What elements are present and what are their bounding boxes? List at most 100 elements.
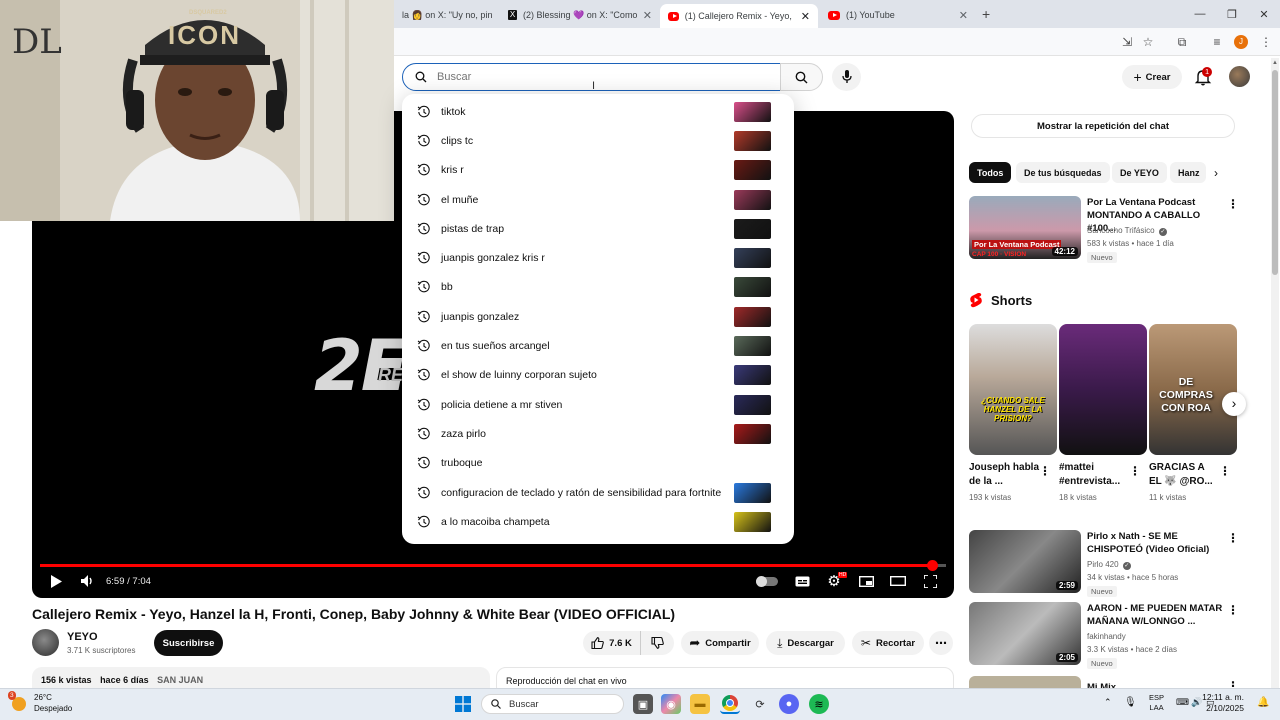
- subtitles-icon[interactable]: [792, 572, 812, 590]
- search-suggestion[interactable]: zaza pirlo: [402, 419, 794, 448]
- rec-video-title[interactable]: Mi Mix: [1087, 681, 1225, 688]
- browser-tab-active[interactable]: (1) Callejero Remix - Yeyo, Hanz ✕: [660, 4, 818, 28]
- language-indicator[interactable]: ESP LAA: [1149, 693, 1164, 713]
- search-suggestion[interactable]: juanpis gonzalez kris r: [402, 243, 794, 272]
- scrollbar-thumb[interactable]: [1272, 70, 1278, 275]
- system-clock[interactable]: 12:11 a. m. 2/10/2025: [1202, 692, 1244, 714]
- scroll-up-icon[interactable]: ▲: [1272, 60, 1278, 66]
- short-thumbnail[interactable]: [1059, 324, 1147, 455]
- rec-channel-name[interactable]: Sancocho Trifásico ✓: [1087, 226, 1167, 236]
- download-button[interactable]: ⤓ Descargar: [766, 631, 845, 655]
- more-vert-icon[interactable]: ⋮: [1227, 680, 1237, 688]
- short-title[interactable]: #mattei #entrevista...: [1059, 461, 1129, 489]
- browser-tab[interactable]: la 👩 on X: "Uy no, pin ✕: [394, 4, 498, 26]
- volume-icon[interactable]: [79, 572, 97, 590]
- show-chat-replay-button[interactable]: Mostrar la repetición del chat: [971, 114, 1235, 138]
- chrome-icon[interactable]: [720, 694, 740, 714]
- video-thumbnail[interactable]: Por La Ventana Podcast CAP 100 · VISION …: [969, 196, 1081, 259]
- create-button[interactable]: + Crear: [1122, 65, 1182, 89]
- search-suggestion[interactable]: a lo macoiba champeta: [402, 507, 794, 536]
- video-thumbnail[interactable]: 2:05: [969, 602, 1081, 665]
- short-thumbnail[interactable]: DE COMPRAS CON ROA: [1149, 324, 1237, 455]
- subscribe-button[interactable]: Suscribirse: [154, 630, 223, 656]
- search-suggestion[interactable]: policia detiene a mr stiven: [402, 390, 794, 419]
- task-view-icon[interactable]: ▣: [633, 694, 653, 714]
- notification-center-icon[interactable]: 🔔: [1257, 697, 1269, 708]
- voice-search-button[interactable]: [832, 63, 861, 91]
- chip-de-tus-busquedas[interactable]: De tus búsquedas: [1016, 162, 1110, 183]
- copilot-icon[interactable]: ◉: [661, 694, 681, 714]
- chevron-right-icon[interactable]: ›: [1214, 166, 1218, 180]
- extensions-icon[interactable]: ⧉: [1174, 34, 1190, 50]
- channel-name[interactable]: YEYO: [67, 631, 98, 643]
- rec-channel-name[interactable]: Pirlo 420 ✓: [1087, 560, 1131, 570]
- more-vert-icon[interactable]: ⋮: [1258, 34, 1274, 50]
- file-explorer-icon[interactable]: ▬: [690, 694, 710, 714]
- browser-tab[interactable]: (1) YouTube ✕: [820, 4, 976, 26]
- plus-icon[interactable]: +: [982, 6, 990, 22]
- minimize-icon[interactable]: —: [1184, 0, 1216, 28]
- taskbar-search[interactable]: Buscar: [481, 694, 624, 714]
- account-avatar[interactable]: [1229, 66, 1250, 87]
- close-icon[interactable]: ✕: [959, 9, 968, 22]
- more-vert-icon[interactable]: ⋮: [1227, 198, 1239, 212]
- search-suggestion[interactable]: el muñe: [402, 185, 794, 214]
- more-vert-icon[interactable]: ⋮: [1129, 465, 1141, 479]
- close-window-icon[interactable]: ✕: [1248, 0, 1280, 28]
- search-input[interactable]: [437, 71, 757, 83]
- chip-todos[interactable]: Todos: [969, 162, 1012, 183]
- search-suggestion[interactable]: configuracion de teclado y ratón de sens…: [402, 478, 794, 507]
- search-suggestion[interactable]: pistas de trap: [402, 214, 794, 243]
- weather-widget[interactable]: 3 26°C Despejado: [8, 691, 72, 714]
- miniplayer-icon[interactable]: [856, 572, 876, 590]
- microphone-icon[interactable]: 🎙: [1124, 697, 1137, 708]
- chip-de-yeyo[interactable]: De YEYO: [1112, 162, 1167, 183]
- install-app-icon[interactable]: ⇲: [1119, 34, 1135, 50]
- fullscreen-icon[interactable]: [920, 572, 940, 590]
- search-suggestion[interactable]: el show de luinny corporan sujeto: [402, 361, 794, 390]
- chevron-right-icon[interactable]: ›: [1222, 392, 1246, 416]
- clip-button[interactable]: ✂ Recortar: [852, 631, 924, 655]
- windows-start-icon[interactable]: [453, 694, 473, 714]
- more-vert-icon[interactable]: ⋮: [1219, 465, 1231, 479]
- more-vert-icon[interactable]: ⋮: [1227, 532, 1239, 546]
- restore-icon[interactable]: ❐: [1216, 0, 1248, 28]
- video-thumbnail[interactable]: 2:59: [969, 530, 1081, 593]
- rec-video-title[interactable]: Pirlo x Nath - SE ME CHISPOTEÓ (Video Of…: [1087, 530, 1225, 556]
- chevron-up-icon[interactable]: ⌃: [1104, 697, 1112, 708]
- network-icon[interactable]: ⌨: [1176, 697, 1189, 708]
- short-thumbnail[interactable]: ¿CUANDO SALE HANZEL DE LA PRISION?: [969, 324, 1057, 455]
- dislike-button[interactable]: [640, 631, 674, 655]
- channel-avatar[interactable]: [32, 629, 59, 656]
- close-icon[interactable]: ✕: [801, 10, 810, 23]
- rec-video-title[interactable]: AARON - ME PUEDEN MATAR MAÑANA W/LONNGO …: [1087, 602, 1225, 628]
- more-actions-button[interactable]: ⋯: [929, 631, 953, 655]
- short-title[interactable]: Jouseph habla de la ...: [969, 461, 1039, 489]
- more-vert-icon[interactable]: ⋮: [1039, 465, 1051, 479]
- search-button[interactable]: [780, 63, 823, 91]
- search-suggestion[interactable]: kris r: [402, 156, 794, 185]
- play-icon[interactable]: [47, 572, 65, 590]
- location-tag[interactable]: SAN JUAN: [157, 675, 203, 685]
- autoplay-toggle[interactable]: [755, 572, 779, 590]
- search-suggestion[interactable]: juanpis gonzalez: [402, 302, 794, 331]
- video-thumbnail[interactable]: [969, 676, 1081, 688]
- search-suggestion[interactable]: en tus sueños arcangel: [402, 331, 794, 360]
- rec-channel-name[interactable]: fakinhandy: [1087, 632, 1126, 641]
- theater-mode-icon[interactable]: [888, 572, 908, 590]
- discord-icon[interactable]: ●: [779, 694, 799, 714]
- browser-tab[interactable]: X (2) Blessing 💜 on X: "Como va ✕: [500, 4, 660, 26]
- short-title[interactable]: GRACIAS A EL 🐺 @RO...: [1149, 461, 1219, 489]
- search-suggestion[interactable]: tiktok: [402, 97, 794, 126]
- search-suggestion[interactable]: clips tc: [402, 126, 794, 155]
- search-suggestion[interactable]: truboque: [402, 449, 794, 478]
- chip-hanz[interactable]: Hanz: [1170, 162, 1206, 183]
- close-icon[interactable]: ✕: [643, 9, 652, 22]
- like-button[interactable]: 7.6 K: [583, 631, 640, 655]
- share-button[interactable]: ➦ Compartir: [681, 631, 759, 655]
- volume-icon[interactable]: 🔊: [1191, 697, 1202, 708]
- app-icon[interactable]: ⟳: [750, 694, 770, 714]
- spotify-icon[interactable]: ≋: [809, 694, 829, 714]
- profile-avatar[interactable]: J: [1234, 35, 1248, 49]
- media-controls-icon[interactable]: ≡: [1209, 34, 1225, 50]
